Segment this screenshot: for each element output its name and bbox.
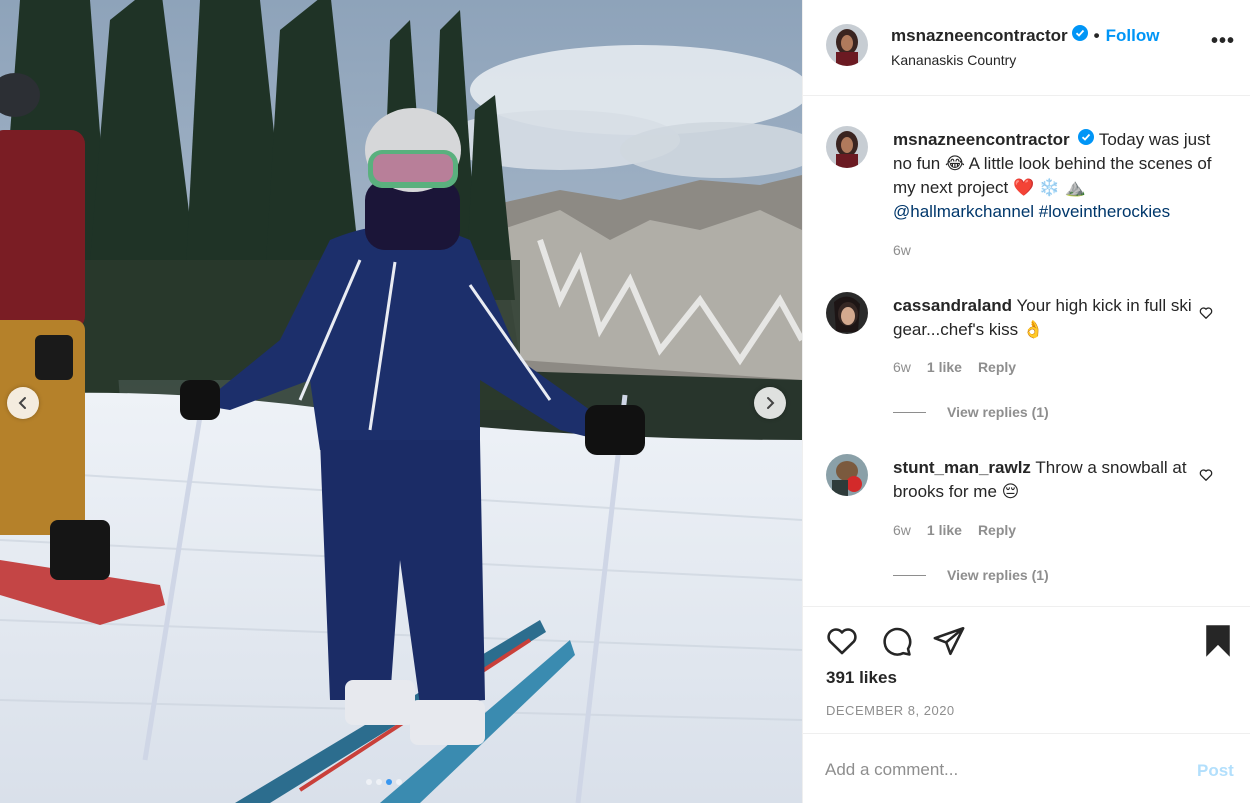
comment-time[interactable]: 6w — [893, 359, 911, 375]
like-heart-icon[interactable] — [825, 624, 859, 658]
carousel-dot — [396, 779, 402, 785]
post-photo[interactable] — [0, 0, 802, 803]
caption-avatar[interactable] — [826, 126, 868, 168]
post-side-panel: msnazneencontractor • Follow Kananaskis … — [802, 0, 1250, 803]
comments-list[interactable]: msnazneencontractor Today was just no fu… — [803, 97, 1250, 605]
comment-meta: 6w 1 like Reply — [893, 359, 1016, 375]
share-send-icon[interactable] — [932, 624, 966, 658]
avatar-image — [826, 454, 868, 496]
likes-count[interactable]: 391 likes — [826, 668, 897, 688]
comment-likes-count[interactable]: 1 like — [927, 359, 962, 375]
comment-like-heart-icon[interactable] — [1199, 468, 1213, 482]
caption-mention-link[interactable]: @hallmarkchannel — [893, 202, 1034, 221]
carousel-dot-active — [386, 779, 392, 785]
author-username[interactable]: msnazneencontractor — [891, 26, 1068, 46]
comment-time[interactable]: 6w — [893, 522, 911, 538]
comment-likes-count[interactable]: 1 like — [927, 522, 962, 538]
replies-divider-line — [893, 574, 926, 576]
comment-avatar[interactable] — [826, 454, 868, 496]
comment-username[interactable]: stunt_man_rawlz — [893, 458, 1031, 477]
chevron-right-icon — [767, 397, 775, 409]
view-replies-button[interactable]: View replies (1) — [893, 567, 1049, 583]
carousel-dots — [366, 779, 402, 785]
post-comment-button[interactable]: Post — [1197, 761, 1234, 781]
verified-badge-icon — [1071, 25, 1088, 46]
comment-reply-button[interactable]: Reply — [978, 522, 1016, 538]
view-replies-label: View replies (1) — [947, 567, 1049, 583]
caption-hashtag-link[interactable]: #loveintherockies — [1039, 202, 1170, 221]
carousel-dot — [366, 779, 372, 785]
avatar-image — [826, 292, 868, 334]
comment-like-heart-icon[interactable] — [1199, 306, 1213, 320]
location-link[interactable]: Kananaskis Country — [891, 52, 1016, 68]
follow-button[interactable]: Follow — [1106, 26, 1160, 46]
caption-time[interactable]: 6w — [893, 242, 911, 258]
view-replies-label: View replies (1) — [947, 404, 1049, 420]
more-options-icon[interactable]: ••• — [1211, 30, 1235, 53]
comment-avatar[interactable] — [826, 292, 868, 334]
replies-divider-line — [893, 411, 926, 413]
caption-text-block: msnazneencontractor Today was just no fu… — [893, 128, 1213, 224]
author-line: msnazneencontractor • Follow — [891, 25, 1159, 46]
ski-photo-image — [0, 0, 802, 803]
avatar-image — [826, 24, 868, 66]
separator-dot: • — [1093, 25, 1100, 45]
comment-input[interactable] — [825, 756, 1165, 784]
caption-username[interactable]: msnazneencontractor — [893, 130, 1070, 149]
comment-text-block: stunt_man_rawlz Throw a snowball at broo… — [893, 456, 1193, 504]
carousel-dot — [376, 779, 382, 785]
verified-badge-icon — [1078, 128, 1095, 152]
carousel-next-button[interactable] — [754, 387, 786, 419]
comment-bubble-icon[interactable] — [879, 624, 913, 658]
comment-reply-button[interactable]: Reply — [978, 359, 1016, 375]
caption-meta: 6w — [893, 242, 911, 258]
post-header: msnazneencontractor • Follow Kananaskis … — [803, 0, 1250, 96]
comment-text-block: cassandraland Your high kick in full ski… — [893, 294, 1193, 342]
comment-meta: 6w 1 like Reply — [893, 522, 1016, 538]
view-replies-button[interactable]: View replies (1) — [893, 404, 1049, 420]
comment-username[interactable]: cassandraland — [893, 296, 1012, 315]
avatar-image — [826, 126, 868, 168]
author-avatar[interactable] — [826, 24, 868, 66]
chevron-left-icon — [18, 397, 26, 409]
post-date[interactable]: DECEMBER 8, 2020 — [826, 703, 955, 718]
save-bookmark-icon[interactable] — [1202, 624, 1234, 658]
carousel-prev-button[interactable] — [7, 387, 39, 419]
add-comment-bar: Post — [803, 733, 1250, 803]
